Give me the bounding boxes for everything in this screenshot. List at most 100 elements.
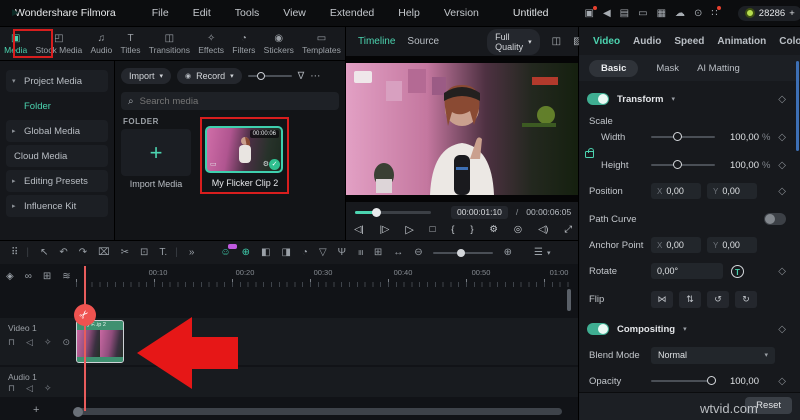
tab-titles[interactable]: T Titles — [116, 32, 144, 56]
menu-edit[interactable]: Edit — [181, 7, 223, 19]
search-input[interactable] — [139, 95, 310, 107]
subtab-ai-matting[interactable]: AI Matting — [697, 63, 740, 74]
menu-help[interactable]: Help — [386, 7, 432, 19]
fullscreen-icon[interactable]: ⤢ — [564, 224, 572, 235]
track-height-icon[interactable]: ☰ — [534, 247, 543, 258]
apps-grid-icon[interactable]: ∷ — [711, 5, 721, 19]
play-button[interactable]: ▷ — [405, 223, 413, 236]
more-tools-icon[interactable]: » — [189, 247, 195, 258]
zoom-out-icon[interactable]: ⊖ — [414, 247, 422, 258]
tab-audio-props[interactable]: Audio — [633, 36, 661, 47]
compositing-keyframe-icon[interactable]: ◇ — [778, 324, 786, 335]
voiceover-mic-icon[interactable]: Ψ — [338, 247, 346, 258]
track-wand-icon[interactable]: ✧ — [44, 337, 52, 348]
shield-render-icon[interactable]: ▽ — [319, 247, 327, 258]
save-icon[interactable]: ▦ — [657, 8, 666, 19]
multiview-icon[interactable]: ◫ — [552, 36, 561, 47]
chevron-down-icon[interactable]: ▾ — [671, 95, 675, 103]
opacity-value[interactable]: 100,00 — [725, 376, 759, 387]
subtab-basic[interactable]: Basic — [589, 59, 639, 77]
tree-item-project-media[interactable]: ▾ Project Media — [6, 70, 108, 92]
path-curve-toggle[interactable] — [764, 213, 786, 225]
compositing-toggle[interactable] — [587, 323, 609, 335]
tab-timeline-preview[interactable]: Timeline — [358, 36, 395, 47]
coin-add-button[interactable]: + — [789, 8, 795, 19]
crop-icon[interactable]: ⊡ — [140, 247, 148, 258]
transform-keyframe-icon[interactable]: ◇ — [778, 94, 786, 105]
redo-icon[interactable]: ↷ — [79, 247, 87, 258]
seek-handle[interactable] — [371, 207, 381, 217]
height-slider[interactable] — [651, 160, 715, 169]
rotate-dial-icon[interactable]: T — [731, 264, 744, 278]
mark-out-button[interactable]: } — [470, 224, 473, 235]
delete-icon[interactable]: ⌧ — [98, 247, 110, 258]
opacity-keyframe-icon[interactable]: ◇ — [778, 376, 786, 387]
record-button[interactable]: ◉ Record ▾ — [177, 68, 242, 84]
filter-icon[interactable]: ∇ — [298, 71, 305, 82]
tab-templates[interactable]: ▭ Templates — [298, 32, 345, 56]
playback-settings-icon[interactable]: ⚙ — [489, 224, 498, 235]
chevron-down-icon[interactable]: ▾ — [683, 325, 687, 333]
track-lock-icon[interactable]: ⊓ — [8, 337, 15, 348]
position-y-field[interactable]: Y 0,00 — [707, 183, 757, 199]
tab-stickers[interactable]: ◉ Stickers — [260, 32, 298, 56]
screen-record-icon[interactable]: ▭ — [638, 8, 647, 19]
task-list-icon[interactable]: ▤ — [620, 8, 629, 19]
snapshot-icon[interactable]: ◎ — [514, 224, 522, 235]
height-keyframe-icon[interactable]: ◇ — [778, 160, 786, 171]
rotate-keyframe-icon[interactable]: ◇ — [778, 266, 786, 277]
media-search[interactable]: ⌕ — [121, 92, 339, 110]
next-frame-button[interactable]: |▷ — [380, 224, 390, 235]
rotate-ccw-button[interactable]: ↺ — [707, 290, 729, 308]
tab-speed[interactable]: Speed — [674, 36, 704, 47]
select-tool-icon[interactable]: ↖ — [40, 247, 48, 258]
properties-scrollbar[interactable] — [796, 61, 799, 151]
width-keyframe-icon[interactable]: ◇ — [778, 132, 786, 143]
menu-view[interactable]: View — [271, 7, 318, 19]
zoom-in-icon[interactable]: ⊕ — [504, 247, 512, 258]
tree-item-folder[interactable]: Folder — [6, 95, 108, 117]
anchor-y-field[interactable]: Y 0,00 — [707, 237, 757, 253]
menu-tools[interactable]: Tools — [223, 7, 272, 19]
tab-video[interactable]: Video — [593, 36, 620, 47]
render-preview-icon[interactable]: ≋ — [62, 271, 70, 282]
track-wand-icon[interactable]: ✧ — [44, 383, 52, 394]
rotate-cw-button[interactable]: ↻ — [735, 290, 757, 308]
link-clips-icon[interactable]: ∞ — [25, 271, 32, 282]
timeline-vertical-scrollbar[interactable] — [567, 289, 571, 311]
height-value[interactable]: 100,00 — [725, 160, 759, 171]
opacity-slider[interactable] — [651, 376, 716, 385]
coin-balance[interactable]: 28286 + — [737, 5, 800, 21]
tab-media[interactable]: ▣ Media — [0, 32, 31, 56]
rotate-field[interactable]: 0,00° — [651, 263, 723, 279]
tree-item-cloud-media[interactable]: Cloud Media — [6, 145, 108, 167]
playhead[interactable] — [84, 266, 86, 411]
cloud-upload-icon[interactable]: ☁ — [675, 8, 685, 19]
mark-in-button[interactable]: { — [451, 224, 454, 235]
auto-ripple-icon[interactable]: ⊞ — [43, 271, 51, 282]
import-media-tile[interactable]: + — [121, 129, 191, 176]
volume-icon[interactable]: ◁) — [538, 224, 548, 235]
gift-icon[interactable]: ▣ — [585, 5, 597, 19]
split-screen-icon[interactable]: ◧ — [261, 247, 270, 258]
text-tool-icon[interactable]: T. — [159, 247, 167, 258]
motion-track-icon[interactable]: ⊕ — [242, 247, 250, 258]
menu-extended[interactable]: Extended — [318, 7, 386, 19]
tab-audio[interactable]: ♫ Audio — [86, 32, 116, 56]
quality-selector[interactable]: Full Quality ▾ — [487, 28, 540, 55]
flip-horizontal-button[interactable]: ⋈ — [651, 290, 673, 308]
megaphone-icon[interactable]: ◀ — [603, 8, 611, 19]
camera-group-icon[interactable]: ⊞ — [374, 247, 382, 258]
menu-file[interactable]: File — [140, 7, 181, 19]
keyframe-settings-icon[interactable]: ◈ — [6, 271, 14, 282]
position-x-field[interactable]: X 0,00 — [651, 183, 701, 199]
thumbnail-size-slider[interactable] — [247, 72, 292, 80]
menu-version[interactable]: Version — [432, 7, 491, 19]
cutout-icon[interactable]: ◔ — [302, 247, 308, 258]
support-headset-icon[interactable]: ⊙ — [694, 8, 702, 19]
emoji-tool-icon[interactable]: ☺ — [220, 244, 237, 258]
track-visibility-icon[interactable]: ⊙ — [63, 337, 71, 348]
tab-color[interactable]: Color — [779, 36, 800, 47]
transform-toggle[interactable] — [587, 93, 609, 105]
tab-animation[interactable]: Animation — [717, 36, 766, 47]
